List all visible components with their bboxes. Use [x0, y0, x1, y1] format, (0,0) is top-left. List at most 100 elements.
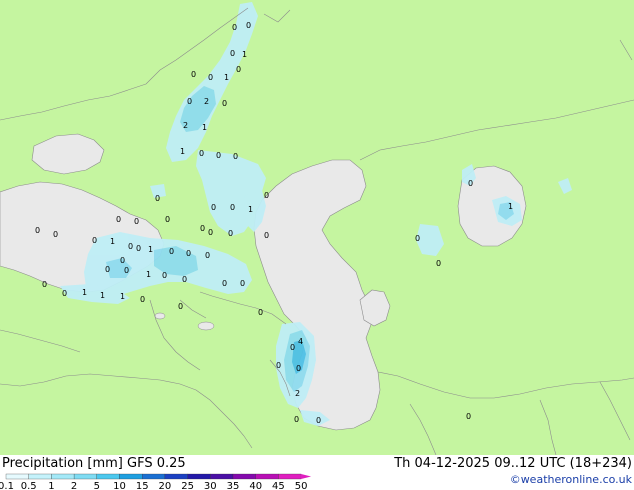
map-label: 0	[264, 191, 269, 200]
map-label: 0	[92, 236, 97, 245]
map-label: 1	[508, 202, 513, 211]
map-label: 0	[191, 70, 196, 79]
legend-tick-label: 15	[136, 481, 149, 490]
map-label: 0	[169, 247, 174, 256]
map-label: 0	[222, 279, 227, 288]
legend-swatch	[255, 473, 279, 480]
map-label: 1	[148, 245, 153, 254]
legend-swatch	[278, 473, 302, 480]
map-label: 0	[258, 308, 263, 317]
legend-swatch	[28, 473, 52, 480]
map-label: 0	[246, 21, 251, 30]
legend-tick-label: 20	[159, 481, 172, 490]
map-label: 0	[140, 295, 145, 304]
legend-swatch	[232, 473, 256, 480]
lake-van	[154, 312, 166, 320]
map-label: 0	[187, 97, 192, 106]
legend-swatch	[73, 473, 97, 480]
map-label: 0	[208, 73, 213, 82]
map-label: 0	[53, 230, 58, 239]
legend-tick-label: 1	[48, 481, 54, 490]
lake-sevan	[197, 321, 215, 331]
map-label: 0	[230, 203, 235, 212]
map-label: 0	[228, 229, 233, 238]
map-label: 0	[105, 265, 110, 274]
map-label: 0	[35, 226, 40, 235]
map-label: 1	[82, 288, 87, 297]
map-label: 0	[230, 49, 235, 58]
map-label: 0	[178, 302, 183, 311]
legend-swatch	[187, 473, 211, 480]
map-label: 0	[162, 271, 167, 280]
map-label: 1	[110, 237, 115, 246]
map-label: 0	[200, 224, 205, 233]
map-label: 0	[468, 179, 473, 188]
map-title: Precipitation [mm] GFS 0.25	[2, 456, 186, 471]
map-label: 1	[120, 292, 125, 301]
legend-swatch	[5, 473, 29, 480]
color-legend: 0.1 0.5 1 2 5 10 15 20 25 30 35 40 45 50	[0, 473, 330, 490]
map-label: 1	[100, 291, 105, 300]
credit-link[interactable]: ©weatheronline.co.uk	[510, 473, 632, 486]
map-label: 0	[264, 231, 269, 240]
legend-swatch	[96, 473, 120, 480]
map-label: 0	[62, 289, 67, 298]
map-label: 0	[232, 23, 237, 32]
map-label: 0	[240, 279, 245, 288]
legend-tick-label: 50	[295, 481, 308, 490]
valid-time: Th 04-12-2025 09..12 UTC (18+234)	[394, 456, 632, 471]
map-label: 0	[290, 343, 295, 352]
legend-swatch	[142, 473, 166, 480]
map-label: 0	[211, 203, 216, 212]
map-label: 0	[136, 244, 141, 253]
map-label: 1	[146, 270, 151, 279]
legend-tick-label: 2	[71, 481, 77, 490]
map-label: 0	[182, 275, 187, 284]
legend-tick-label: 40	[249, 481, 262, 490]
map-label: 0	[276, 361, 281, 370]
map-label: 1	[224, 73, 229, 82]
map-label: 0	[222, 99, 227, 108]
map-label: 0	[165, 215, 170, 224]
map-label: 0	[186, 249, 191, 258]
legend-tick-label: 0.1	[0, 481, 14, 490]
precipitation-map: 0 0 0 0 1 0 0 1 0 2 0 2 1 1 0 0 0 0 0 0 …	[0, 0, 634, 490]
map-label: 0	[116, 215, 121, 224]
legend-swatch	[210, 473, 234, 480]
legend-tick-label: 5	[94, 481, 100, 490]
legend-tick-label: 30	[204, 481, 217, 490]
map-label: 0	[42, 280, 47, 289]
map-label: 1	[242, 50, 247, 59]
legend-tick-label: 0.5	[21, 481, 37, 490]
map-label: 1	[202, 123, 207, 132]
map-label: 0	[205, 251, 210, 260]
legend-swatch	[164, 473, 188, 480]
map-label: 1	[180, 147, 185, 156]
legend-swatch	[51, 473, 75, 480]
map-label: 0	[208, 228, 213, 237]
map-label: 2	[183, 121, 188, 130]
footer: Precipitation [mm] GFS 0.25 Th 04-12-202…	[0, 455, 634, 490]
legend-tick-label: 45	[272, 481, 285, 490]
map-label: 0	[236, 65, 241, 74]
map-label: 0	[155, 194, 160, 203]
map-label: 2	[295, 389, 300, 398]
legend-tick-label: 25	[181, 481, 194, 490]
map-label: 1	[248, 205, 253, 214]
map-label: 0	[466, 412, 471, 421]
map-label: 0	[128, 242, 133, 251]
map-label: 0	[134, 217, 139, 226]
map-label: 0	[233, 152, 238, 161]
map-label: 0	[436, 259, 441, 268]
legend-tick-label: 35	[227, 481, 240, 490]
map-label: 0	[120, 256, 125, 265]
legend-tick-label: 10	[113, 481, 126, 490]
map-label: 0	[124, 266, 129, 275]
map-label: 4	[298, 337, 303, 346]
map-label: 0	[294, 415, 299, 424]
map-label: 0	[296, 364, 301, 373]
map-label: 0	[199, 149, 204, 158]
map-label: 0	[316, 416, 321, 425]
legend-arrow	[301, 474, 312, 479]
map-label: 0	[216, 151, 221, 160]
